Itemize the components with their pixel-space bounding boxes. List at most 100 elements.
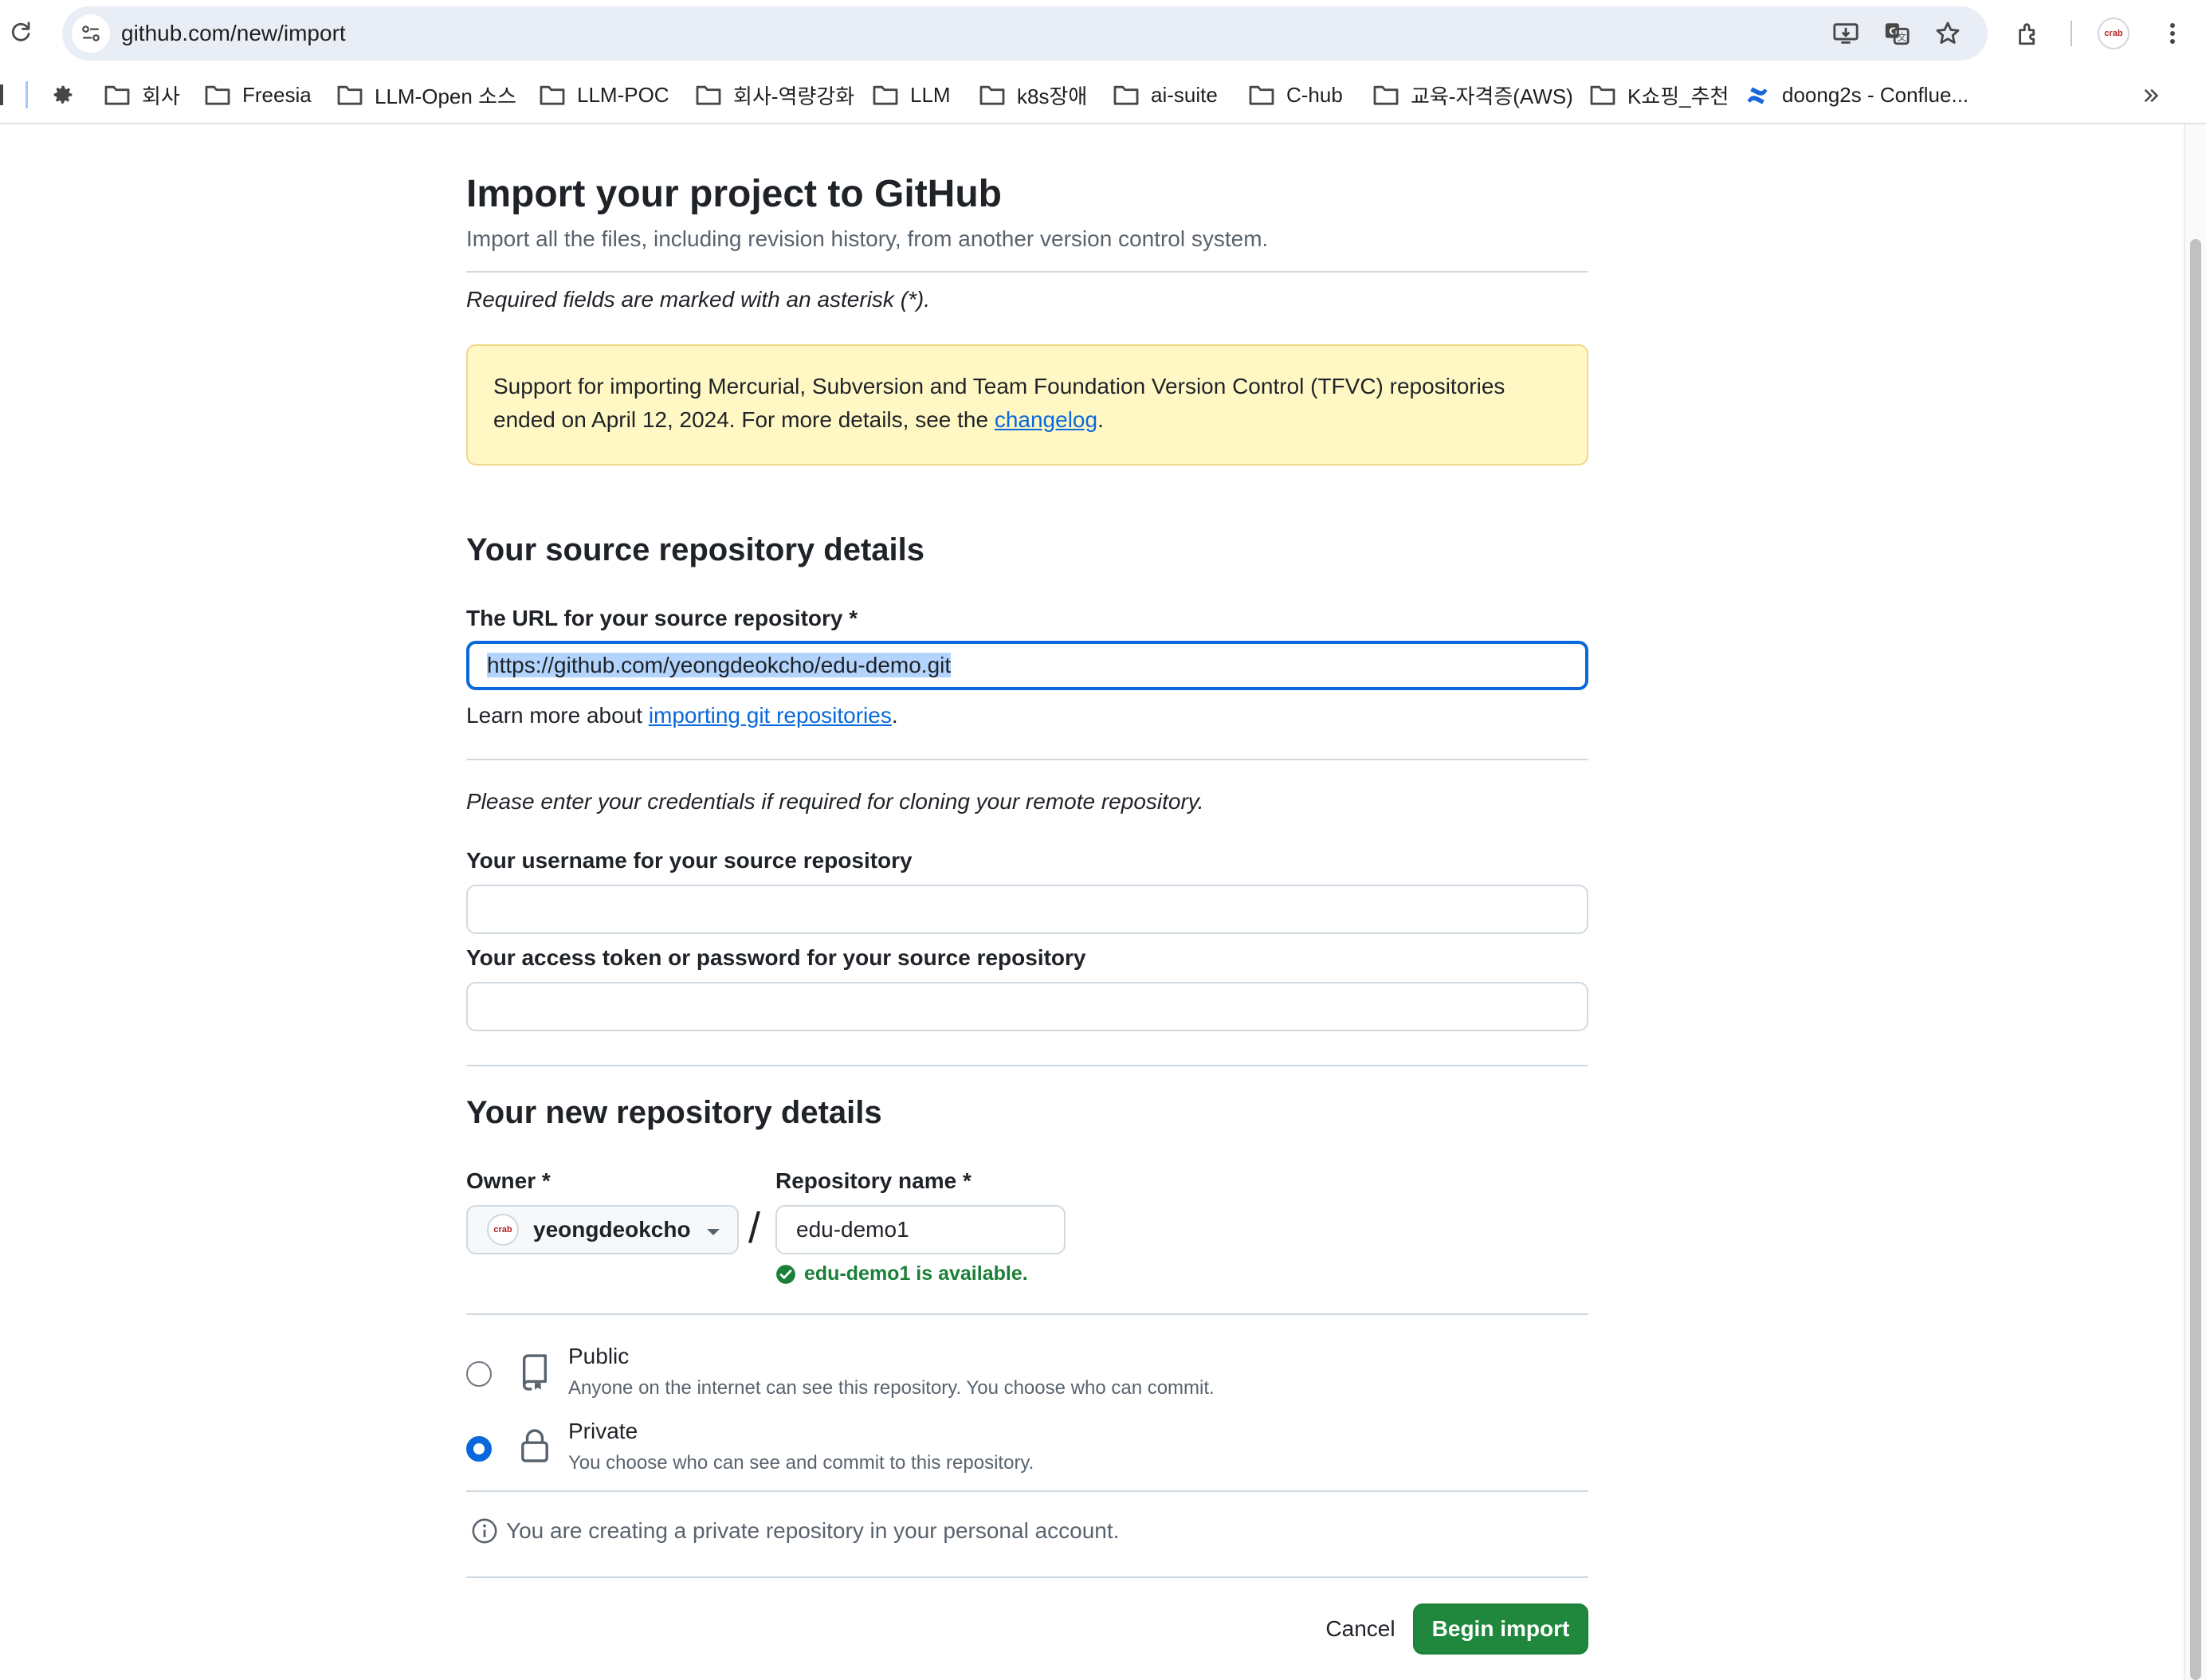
credentials-note: Please enter your credentials if require… (466, 789, 1204, 814)
private-info-text: You are creating a private repository in… (506, 1518, 1120, 1543)
bookmark-folder[interactable]: 회사 (104, 67, 180, 123)
browser-toolbar: github.com/new/import G文 crab (0, 0, 2206, 67)
bookmark-star-icon[interactable] (1932, 18, 1964, 49)
new-repo-section-heading: Your new repository details (466, 1095, 882, 1130)
changelog-link[interactable]: changelog (995, 407, 1097, 432)
page-subtitle: Import all the files, including revision… (466, 226, 1269, 251)
svg-text:文: 文 (1898, 32, 1906, 43)
source-url-value: https://github.com/yeongdeokcho/edu-demo… (487, 653, 952, 677)
install-app-icon[interactable] (1830, 18, 1862, 49)
toolbar-separator (2071, 21, 2072, 46)
folder-icon (1589, 84, 1616, 106)
bookmark-confluence[interactable]: doong2s - Conflue... (1744, 67, 1969, 123)
bookmark-label: Freesia (242, 82, 312, 107)
bookmark-folder[interactable]: 회사-역량강화 (695, 67, 854, 123)
bookmark-label: 회사 (142, 84, 180, 108)
required-note: Required fields are marked with an aster… (466, 287, 931, 312)
availability-status: edu-demo1 is available. (775, 1262, 1028, 1286)
availability-text: edu-demo1 is available. (804, 1262, 1028, 1285)
token-input[interactable] (466, 982, 1588, 1031)
divider (466, 1313, 1588, 1315)
bookmark-folder[interactable]: K쇼핑_추천 (1589, 67, 1729, 123)
apps-icon[interactable] (0, 84, 3, 105)
divider (466, 271, 1588, 273)
bookmark-folder[interactable]: LLM (872, 67, 951, 123)
folder-icon (1248, 84, 1275, 106)
bookmark-folder[interactable]: ai-suite (1113, 67, 1218, 123)
folder-icon (1113, 84, 1140, 106)
divider (466, 1065, 1588, 1066)
private-radio[interactable] (466, 1436, 492, 1462)
svg-text:G: G (1889, 26, 1897, 37)
private-option-description: You choose who can see and commit to thi… (568, 1452, 1034, 1474)
bookmark-folder[interactable]: 교육-자격증(AWS) (1372, 67, 1573, 123)
notice-text-end: . (1097, 407, 1104, 432)
browser-menu-icon[interactable] (2155, 16, 2190, 51)
repo-name-label: Repository name * (775, 1168, 972, 1193)
bookmark-folder[interactable]: C-hub (1248, 67, 1343, 123)
public-option-description: Anyone on the internet can see this repo… (568, 1377, 1215, 1399)
site-info-icon[interactable] (72, 14, 110, 53)
private-option-title: Private (568, 1419, 638, 1443)
lock-icon (519, 1428, 551, 1463)
url-text[interactable]: github.com/new/import (121, 6, 346, 61)
folder-icon (695, 84, 722, 106)
folder-icon (979, 84, 1006, 106)
owner-label: Owner * (466, 1168, 551, 1193)
divider (466, 1576, 1588, 1578)
check-circle-icon (776, 1264, 795, 1284)
bookmark-folder[interactable]: k8s장애 (979, 67, 1087, 123)
bookmark-folder[interactable]: LLM-POC (539, 67, 669, 123)
info-icon (472, 1518, 497, 1544)
divider (466, 1490, 1588, 1492)
folder-icon (336, 84, 363, 106)
bookmark-label: K쇼핑_추천 (1627, 84, 1729, 108)
scrollbar-thumb[interactable] (2190, 239, 2201, 1680)
folder-icon (104, 84, 131, 106)
folder-icon (872, 84, 899, 106)
username-label: Your username for your source repository (466, 848, 913, 873)
bookmark-folder[interactable]: LLM-Open 소스 (336, 67, 516, 123)
cancel-button[interactable]: Cancel (1300, 1603, 1421, 1654)
owner-avatar-badge: crab (493, 1225, 512, 1234)
profile-avatar[interactable]: crab (2096, 16, 2131, 51)
reload-icon[interactable] (5, 16, 37, 48)
repo-name-input[interactable]: edu-demo1 (775, 1205, 1066, 1254)
learn-more-line: Learn more about importing git repositor… (466, 703, 898, 728)
folder-icon (539, 84, 566, 106)
page-title: Import your project to GitHub (466, 173, 1002, 215)
source-url-input[interactable]: https://github.com/yeongdeokcho/edu-demo… (466, 641, 1588, 690)
owner-avatar: crab (487, 1214, 519, 1246)
bookmark-label: k8s장애 (1017, 84, 1088, 108)
bookmark-label: ai-suite (1151, 82, 1218, 107)
learn-more-end: . (891, 703, 898, 728)
translate-icon[interactable]: G文 (1881, 18, 1913, 49)
public-option-title: Public (568, 1344, 630, 1368)
username-input[interactable] (466, 885, 1588, 934)
bookmark-label: 회사-역량강화 (733, 84, 855, 108)
bookmark-label: 교육-자격증(AWS) (1411, 84, 1573, 108)
deprecation-notice: Support for importing Mercurial, Subvers… (466, 344, 1588, 465)
caret-down-icon (707, 1229, 720, 1235)
bookmark-label: C-hub (1286, 82, 1343, 107)
bookmark-label: LLM-POC (577, 82, 669, 107)
bookmarks-divider (26, 81, 28, 108)
gear-icon[interactable] (49, 81, 77, 108)
address-bar[interactable]: github.com/new/import G文 (62, 6, 1988, 61)
importing-git-link[interactable]: importing git repositories (649, 703, 892, 728)
owner-value: yeongdeokcho (533, 1217, 691, 1242)
owner-select[interactable]: crab yeongdeokcho (466, 1205, 739, 1254)
learn-more-text: Learn more about (466, 703, 649, 728)
source-url-label: The URL for your source repository * (466, 606, 858, 630)
bookmarks-bar: 회사 Freesia LLM-Open 소스 LLM-POC 회사-역량강화 L… (0, 67, 2206, 124)
bookmark-label: LLM-Open 소스 (375, 84, 516, 108)
bookmark-folder[interactable]: Freesia (204, 67, 312, 123)
bookmark-label: doong2s - Conflue... (1782, 82, 1969, 107)
profile-badge: crab (2104, 29, 2123, 38)
begin-import-button[interactable]: Begin import (1413, 1603, 1588, 1654)
folder-icon (1372, 84, 1399, 106)
repo-icon (519, 1354, 551, 1391)
extensions-icon[interactable] (2012, 16, 2047, 51)
public-radio[interactable] (466, 1361, 492, 1387)
chevron-double-right-icon[interactable] (2136, 80, 2168, 112)
